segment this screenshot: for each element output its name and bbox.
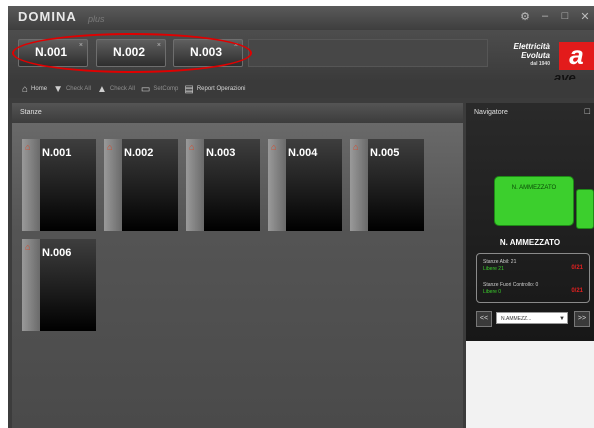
navigator-info-box: Stanze Abil: 21 Libere 21 0/21 Stanze Fu…	[476, 253, 590, 303]
prev-floor-button[interactable]: <<	[476, 311, 492, 327]
toolbar-setcomp[interactable]: ▭ SetComp	[141, 84, 178, 95]
building-icon: ⌂	[271, 142, 277, 152]
room-label: N.002	[124, 147, 154, 159]
toolbar-label: Home	[31, 86, 48, 92]
toolbar: ⌂ Home ▼ Check All ▲ Check All ▭ SetComp…	[8, 80, 594, 98]
monitor-icon: ▭	[140, 83, 151, 95]
brand-line: Elettricità	[513, 42, 550, 51]
up-icon: ▲	[96, 83, 107, 95]
room-tile[interactable]: ⌂ N.005	[350, 139, 424, 231]
room-tile[interactable]: ⌂ N.001	[22, 139, 96, 231]
toolbar-label: Report Operazioni	[196, 86, 246, 92]
window-controls: ⚙ – □ ✕	[520, 10, 590, 23]
app-subtitle: plus	[88, 14, 105, 24]
info-green-value: Libere 0	[483, 289, 502, 295]
floor-select-value: N.AMMEZZ...	[501, 316, 532, 322]
app-logo: DOMINA	[18, 9, 77, 24]
floor-select[interactable]: N.AMMEZZ... ▼	[496, 312, 568, 324]
room-tile[interactable]: ⌂ N.002	[104, 139, 178, 231]
ave-logo-icon: a	[559, 42, 594, 70]
toolbar-check-up[interactable]: ▲ Check All	[97, 84, 135, 95]
room-label: N.005	[370, 147, 400, 159]
room-tile-strip	[186, 139, 204, 231]
maximize-icon[interactable]: □	[585, 106, 590, 116]
maximize-icon[interactable]: □	[560, 10, 570, 23]
navigator-map: Navigatore □ N. AMMEZZATO N. AMMEZZATO S…	[466, 103, 594, 341]
rooms-panel-header: Stanze	[12, 103, 463, 123]
room-label: N.001	[42, 147, 72, 159]
info-red-value: 0/21	[571, 288, 583, 294]
navigator-room-label: N. AMMEZZATO	[511, 185, 557, 191]
chevron-down-icon: ▼	[559, 316, 565, 322]
navigator-room-side-block[interactable]	[576, 189, 594, 229]
room-tile[interactable]: ⌂ N.006	[22, 239, 96, 331]
building-icon: ⌂	[25, 142, 31, 152]
tab-strip-empty-area	[248, 39, 488, 67]
room-tile-strip	[268, 139, 286, 231]
navigator-title: Navigatore	[474, 109, 508, 116]
info-red-value: 0/21	[571, 265, 583, 271]
room-tile-strip	[22, 139, 40, 231]
navigator-controls: << N.AMMEZZ... ▼ >>	[470, 311, 592, 327]
brand-slogan: Elettricità Evoluta dal 1940	[502, 42, 550, 69]
report-icon: ▤	[184, 83, 194, 95]
info-green-value: Libere 21	[483, 266, 504, 272]
info-line: Stanze Fuori Controllo: 0	[483, 282, 539, 288]
home-icon: ⌂	[22, 83, 29, 95]
room-label: N.006	[42, 247, 72, 259]
title-bar: DOMINA plus ⚙ – □ ✕	[8, 6, 594, 30]
room-tile-strip	[350, 139, 368, 231]
building-icon: ⌂	[353, 142, 359, 152]
floor-tab-strip: N.001 × N.002 × N.003 × Elettricità Evol…	[8, 30, 594, 85]
toolbar-home[interactable]: ⌂ Home	[22, 84, 47, 95]
building-icon: ⌂	[189, 142, 195, 152]
red-highlight-ellipse	[12, 33, 252, 73]
room-tile-strip	[104, 139, 122, 231]
info-line: Stanze Abil: 21	[483, 259, 517, 265]
navigator-floor-name: N. AMMEZZATO	[499, 238, 561, 247]
toolbar-check-down[interactable]: ▼ Check All	[53, 84, 91, 95]
brand-line: Evoluta	[521, 51, 550, 60]
room-tile[interactable]: ⌂ N.003	[186, 139, 260, 231]
toolbar-label: Check All	[65, 86, 91, 92]
settings-icon[interactable]: ⚙	[520, 10, 530, 23]
room-tile[interactable]: ⌂ N.004	[268, 139, 342, 231]
toolbar-label: Check All	[109, 86, 135, 92]
room-tile-strip	[22, 239, 40, 331]
room-label: N.004	[288, 147, 318, 159]
rooms-panel-title: Stanze	[20, 109, 42, 116]
app-window: DOMINA plus ⚙ – □ ✕ N.001 × N.002 × N.00…	[8, 6, 594, 428]
next-floor-button[interactable]: >>	[574, 311, 590, 327]
building-icon: ⌂	[25, 242, 31, 252]
building-icon: ⌂	[107, 142, 113, 152]
toolbar-label: SetComp	[153, 86, 179, 92]
close-icon[interactable]: ✕	[580, 10, 590, 23]
toolbar-report[interactable]: ▤ Report Operazioni	[184, 84, 245, 95]
room-label: N.003	[206, 147, 236, 159]
navigator-room-block[interactable]: N. AMMEZZATO	[494, 176, 574, 226]
rooms-panel: Stanze ⌂ N.001 ⌂ N.002 ⌂ N.003 ⌂ N.004 ⌂…	[12, 103, 463, 428]
navigator-panel: Navigatore □ N. AMMEZZATO N. AMMEZZATO S…	[466, 103, 594, 428]
down-icon: ▼	[53, 83, 63, 95]
minimize-icon[interactable]: –	[540, 10, 550, 23]
brand-line: dal 1940	[530, 61, 550, 67]
